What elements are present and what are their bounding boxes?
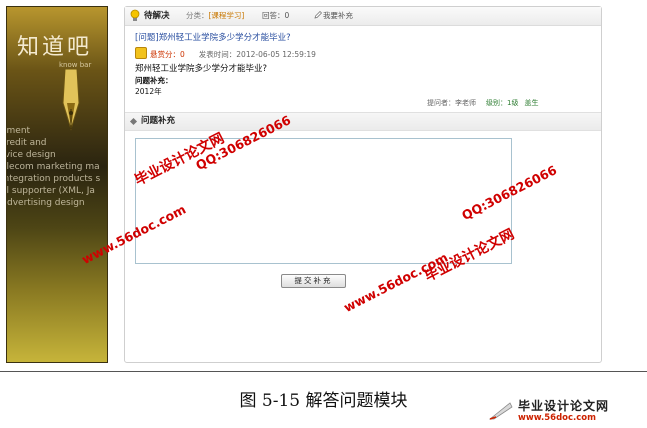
- asker-info: 提问者：李老师 级别：1级 盖生: [427, 98, 538, 108]
- know-bar-banner: 知道吧 know bar ement credit and rvice desi…: [6, 6, 108, 363]
- question-body: 郑州轻工业学院多少学分才能毕业?: [135, 64, 268, 74]
- asker-name: 提问者：李老师: [427, 99, 476, 107]
- pencil-icon: [314, 11, 322, 19]
- caption-divider: [0, 371, 647, 372]
- add-supplement-link[interactable]: 我要补充: [314, 7, 353, 25]
- answer-count: 回答：0: [262, 11, 290, 20]
- lightbulb-icon: [130, 9, 140, 21]
- banner-logo: 知道吧: [17, 35, 93, 60]
- question-meta: 悬赏分：0 发表时间：2012-06-05 12:59:19: [135, 47, 316, 59]
- banner-logo-subtitle: know bar: [59, 61, 92, 69]
- supplement-section-header: 问题补充: [125, 112, 601, 131]
- follow-link[interactable]: 盖生: [524, 99, 538, 107]
- brand-name: 毕业设计论文网: [518, 399, 610, 413]
- banner-background-text: ement credit and rvice design elecom mar…: [6, 126, 101, 208]
- asker-level: 级别：1级: [486, 99, 519, 107]
- question-category: 分类：[课程学习]: [186, 11, 245, 20]
- brand-logo: 毕业设计论文网 www.56doc.com: [488, 397, 640, 425]
- question-status: 待解决: [144, 11, 170, 21]
- post-time: 发表时间：2012-06-05 12:59:19: [198, 50, 316, 59]
- supplement-value: 2012年: [135, 87, 162, 96]
- question-title: [问题]郑州轻工业学院多少学分才能毕业?: [135, 33, 291, 43]
- supplement-label: 问题补充：: [135, 76, 173, 85]
- submit-supplement-button[interactable]: 提交补充: [281, 274, 346, 288]
- diamond-bullet-icon: [129, 117, 138, 126]
- quill-icon: [488, 402, 513, 420]
- reward-points: 悬赏分：0: [150, 50, 185, 59]
- category-link[interactable]: [课程学习]: [209, 11, 245, 20]
- coin-icon: [135, 47, 147, 59]
- section-title: 问题补充: [141, 116, 176, 126]
- question-header-bar: 待解决 分类：[课程学习] 回答：0 我要补充: [125, 7, 601, 26]
- brand-url: www.56doc.com: [518, 413, 596, 423]
